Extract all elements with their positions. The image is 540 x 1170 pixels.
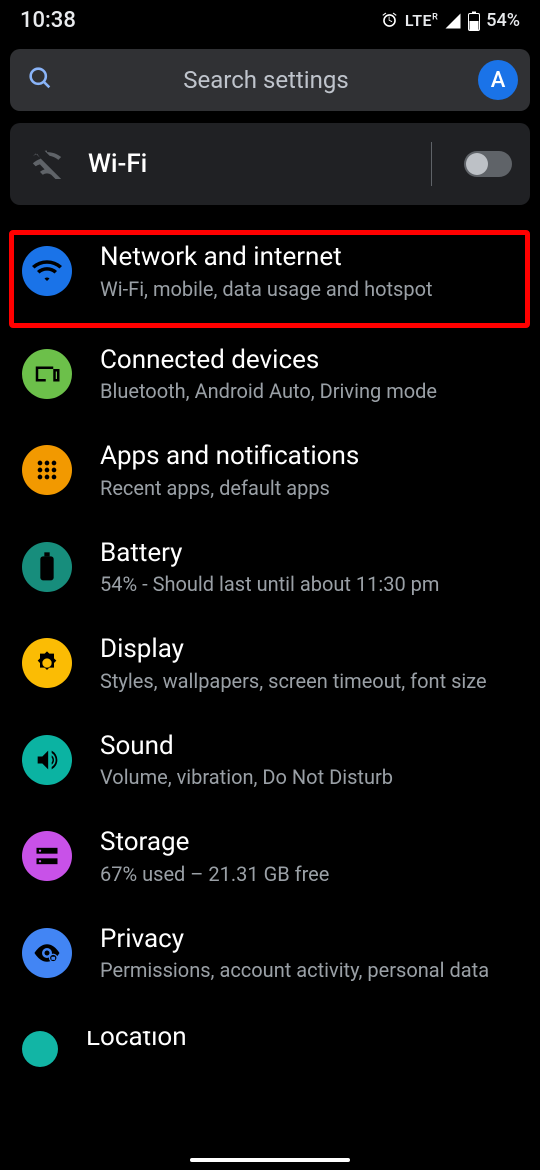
item-title: Display	[100, 633, 518, 666]
settings-list: Network and internet Wi-Fi, mobile, data…	[0, 217, 540, 1067]
brightness-icon	[22, 638, 72, 688]
devices-icon	[22, 349, 72, 399]
settings-item-network[interactable]: Network and internet Wi-Fi, mobile, data…	[0, 217, 540, 326]
item-sub: Bluetooth, Android Auto, Driving mode	[100, 378, 518, 404]
status-bar: 10:38 LTER 54%	[0, 0, 540, 37]
item-sub: Recent apps, default apps	[100, 475, 518, 501]
status-icons: LTER 54%	[380, 10, 520, 31]
settings-item-battery[interactable]: Battery 54% - Should last until about 11…	[0, 519, 540, 616]
item-sub: 54% - Should last until about 11:30 pm	[100, 571, 518, 597]
alarm-icon	[380, 11, 399, 30]
item-title: Sound	[100, 730, 518, 763]
status-time: 10:38	[20, 8, 76, 33]
search-settings-bar[interactable]: Search settings A	[10, 49, 530, 111]
wifi-quick-tile[interactable]: Wi-Fi	[10, 123, 530, 205]
item-title: Storage	[100, 826, 518, 859]
item-title: Connected devices	[100, 344, 518, 377]
item-title: Apps and notifications	[100, 440, 518, 473]
item-title: Network and internet	[100, 241, 518, 274]
item-sub: Permissions, account activity, personal …	[100, 957, 518, 983]
battery-pct: 54%	[486, 10, 520, 31]
location-icon	[22, 1031, 58, 1067]
settings-item-connected-devices[interactable]: Connected devices Bluetooth, Android Aut…	[0, 326, 540, 423]
eye-icon	[22, 928, 72, 978]
apps-icon	[22, 445, 72, 495]
search-placeholder: Search settings	[54, 66, 478, 94]
search-icon	[26, 64, 54, 96]
item-title: Location	[86, 1031, 518, 1049]
battery-icon	[468, 11, 480, 31]
settings-item-display[interactable]: Display Styles, wallpapers, screen timeo…	[0, 615, 540, 712]
settings-item-sound[interactable]: Sound Volume, vibration, Do Not Disturb	[0, 712, 540, 809]
item-title: Privacy	[100, 923, 518, 956]
item-sub: 67% used – 21.31 GB free	[100, 861, 518, 887]
wifi-toggle[interactable]	[464, 151, 512, 177]
item-sub: Wi-Fi, mobile, data usage and hotspot	[100, 276, 518, 302]
settings-item-location[interactable]: Location	[0, 1001, 540, 1067]
navigation-bar-handle[interactable]	[190, 1158, 350, 1162]
settings-item-storage[interactable]: Storage 67% used – 21.31 GB free	[0, 808, 540, 905]
wifi-off-icon	[30, 145, 64, 183]
battery-icon	[22, 542, 72, 592]
item-sub: Styles, wallpapers, screen timeout, font…	[100, 668, 518, 694]
lte-indicator: LTER	[405, 11, 438, 30]
settings-item-privacy[interactable]: Privacy Permissions, account activity, p…	[0, 905, 540, 1002]
settings-item-apps[interactable]: Apps and notifications Recent apps, defa…	[0, 422, 540, 519]
profile-avatar[interactable]: A	[478, 60, 518, 100]
signal-icon	[444, 12, 462, 30]
volume-icon	[22, 735, 72, 785]
item-title: Battery	[100, 537, 518, 570]
divider	[431, 142, 432, 186]
item-sub: Volume, vibration, Do Not Disturb	[100, 764, 518, 790]
storage-icon	[22, 831, 72, 881]
wifi-icon	[22, 246, 72, 296]
wifi-label: Wi-Fi	[88, 149, 407, 179]
